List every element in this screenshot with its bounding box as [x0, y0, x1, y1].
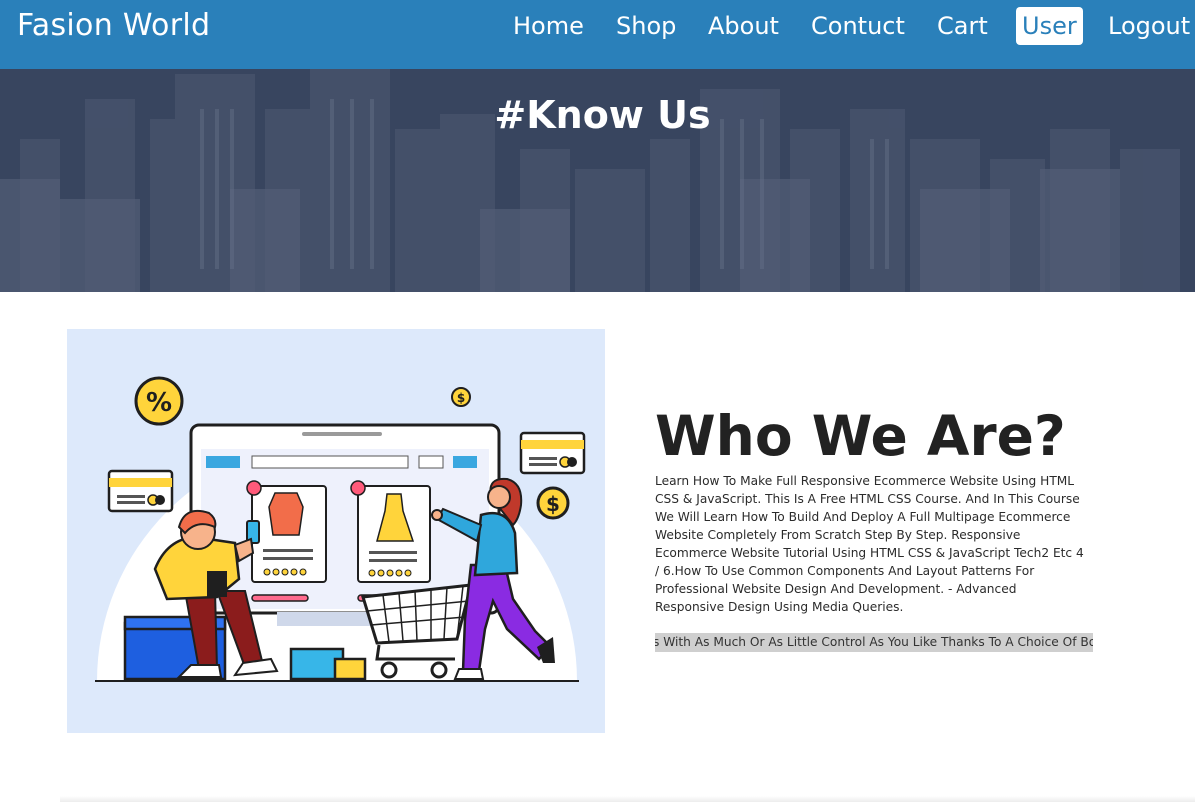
nav-user[interactable]: User: [1016, 7, 1083, 45]
nav-logout[interactable]: Logout: [1108, 7, 1190, 45]
hero-banner: #Know Us: [0, 69, 1195, 292]
svg-text:$: $: [546, 492, 560, 516]
nav-home[interactable]: Home: [513, 7, 584, 45]
scrolling-marquee: s With As Much Or As Little Control As Y…: [655, 633, 1093, 652]
shopping-illustration: % $ $: [67, 329, 605, 733]
about-paragraph: Learn How To Make Full Responsive Ecomme…: [655, 474, 1084, 614]
nav-cart[interactable]: Cart: [937, 7, 988, 45]
about-heading: Who We Are?: [655, 404, 1066, 468]
svg-text:$: $: [457, 391, 465, 405]
nav-about[interactable]: About: [708, 7, 779, 45]
marquee-text: s With As Much Or As Little Control As Y…: [655, 635, 1093, 649]
nav-contact[interactable]: Contuct: [811, 7, 905, 45]
svg-text:%: %: [146, 388, 172, 418]
main-nav: Home Shop About Contuct Cart User Logout: [503, 7, 1195, 45]
nav-shop[interactable]: Shop: [616, 7, 676, 45]
credit-card-icon: [107, 469, 174, 513]
brand-logo[interactable]: Fasion World: [17, 8, 210, 43]
heart-icon: [246, 480, 262, 496]
section-divider: [60, 796, 1195, 802]
navbar: Fasion World Home Shop About Contuct Car…: [0, 0, 1195, 69]
hero-title: #Know Us: [494, 93, 711, 137]
